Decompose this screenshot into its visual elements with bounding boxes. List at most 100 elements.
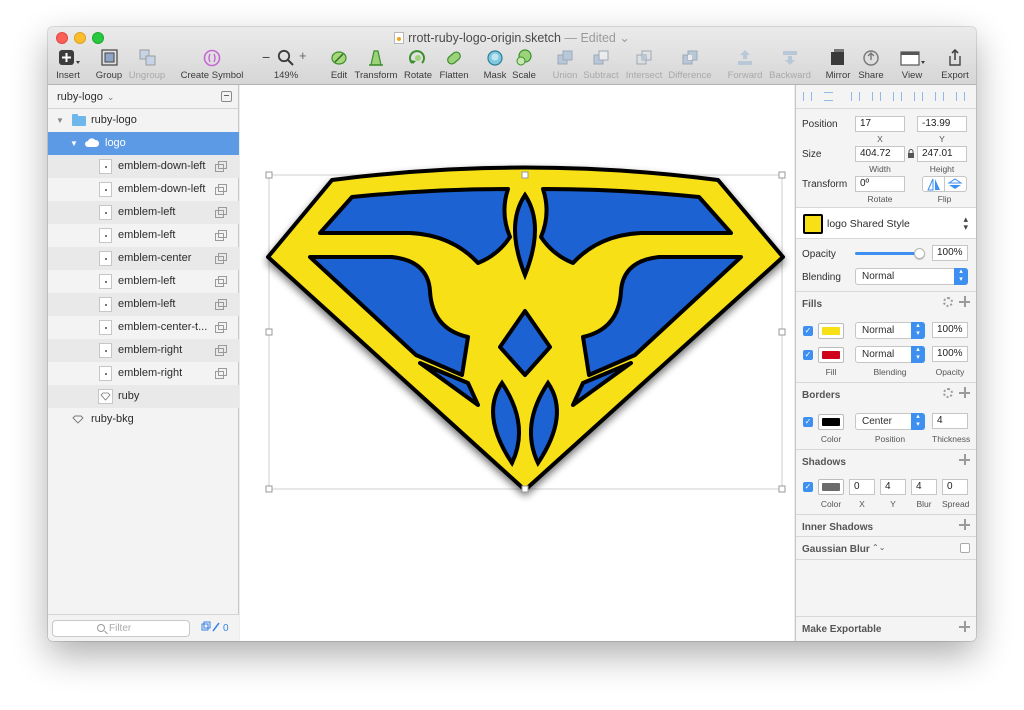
layer-emblem-center-t[interactable]: emblem-center-t... <box>48 316 239 339</box>
forward-button[interactable]: Forward <box>726 48 764 82</box>
y-position-field[interactable]: -13.99 <box>917 116 967 132</box>
edit-button[interactable]: Edit <box>326 48 352 82</box>
align-center-icon[interactable] <box>872 92 881 101</box>
subtract-button[interactable]: Subtract <box>582 48 620 82</box>
gaussian-blur-checkbox[interactable] <box>960 543 970 553</box>
add-border-plus-icon[interactable] <box>959 387 970 398</box>
width-field[interactable]: 404.72 <box>855 146 905 162</box>
layer-emblem-down-left[interactable]: emblem-down-left <box>48 178 239 201</box>
resize-handle-bottom[interactable] <box>521 485 529 493</box>
fill-1-checkbox[interactable]: ✓ <box>803 326 813 336</box>
page-selector[interactable]: ruby-logo ⌄ <box>48 85 238 109</box>
align-right-icon[interactable] <box>893 92 902 101</box>
layer-emblem-left[interactable]: emblem-left <box>48 201 239 224</box>
resize-handle-bottom-left[interactable] <box>265 485 273 493</box>
shared-style-selector[interactable]: logo Shared Style ▴ ▾ <box>796 207 976 239</box>
difference-button[interactable]: Difference <box>668 48 712 82</box>
layer-emblem-center[interactable]: emblem-center <box>48 247 239 270</box>
align-bottom-icon[interactable] <box>956 92 965 101</box>
fill-2-blending-dropdown[interactable]: Normal ▴ ▾ <box>855 346 925 363</box>
resize-handle-top-right[interactable] <box>778 171 786 179</box>
layer-logo[interactable]: ▼ logo <box>48 132 239 155</box>
make-exportable-section[interactable]: Make Exportable <box>796 616 976 641</box>
flip-vertical-button[interactable] <box>945 176 967 192</box>
logo-group[interactable] <box>266 165 785 492</box>
shadow-x-field[interactable]: 0 <box>849 479 875 495</box>
add-inner-shadow-plus-icon[interactable] <box>959 519 970 530</box>
add-shadow-plus-icon[interactable] <box>959 454 970 465</box>
layer-emblem-down-left[interactable]: emblem-down-left <box>48 155 239 178</box>
x-position-field[interactable]: 17 <box>855 116 905 132</box>
zoom-out-button[interactable]: − <box>262 49 270 65</box>
resize-handle-right[interactable] <box>778 328 786 336</box>
border-position-dropdown[interactable]: Center ▴ ▾ <box>855 413 925 430</box>
flatten-button[interactable]: Flatten <box>436 48 472 82</box>
fill-1-opacity-field[interactable]: 100% <box>932 322 968 338</box>
layer-filter-input[interactable]: Filter <box>52 620 190 637</box>
resize-handle-top[interactable] <box>521 171 529 179</box>
layer-emblem-right[interactable]: emblem-right <box>48 362 239 385</box>
shadow-y-field[interactable]: 4 <box>880 479 906 495</box>
fill-2-opacity-field[interactable]: 100% <box>932 346 968 362</box>
opacity-slider-knob[interactable] <box>914 248 925 259</box>
fill-1-color-swatch[interactable] <box>818 323 844 339</box>
distribute-vertical-icon[interactable] <box>824 92 833 101</box>
resize-handle-top-left[interactable] <box>265 171 273 179</box>
borders-settings-gear-icon[interactable] <box>943 388 953 398</box>
shadow-checkbox[interactable]: ✓ <box>803 482 813 492</box>
transform-button[interactable]: Transform <box>354 48 398 82</box>
intersect-button[interactable]: Intersect <box>624 48 664 82</box>
layer-ruby-logo[interactable]: ▼ ruby-logo <box>48 109 239 132</box>
layer-ruby-bkg[interactable]: ruby-bkg <box>48 408 239 431</box>
group-button[interactable]: Group <box>94 48 124 82</box>
union-button[interactable]: Union <box>550 48 580 82</box>
height-field[interactable]: 247.01 <box>917 146 967 162</box>
scale-button[interactable]: Scale <box>510 48 538 82</box>
view-button[interactable]: View <box>896 48 928 82</box>
opacity-slider-track[interactable] <box>855 252 919 255</box>
fills-settings-gear-icon[interactable] <box>943 297 953 307</box>
fill-1-blending-dropdown[interactable]: Normal ▴ ▾ <box>855 322 925 339</box>
edited-layers-filter[interactable]: 0 <box>201 621 229 634</box>
flip-horizontal-button[interactable] <box>922 176 945 192</box>
resize-handle-bottom-right[interactable] <box>778 485 786 493</box>
share-button[interactable]: Share <box>856 48 886 82</box>
make-exportable-plus-icon[interactable] <box>959 621 970 632</box>
edited-status[interactable]: — Edited <box>564 31 615 45</box>
distribute-horizontal-icon[interactable] <box>803 92 812 101</box>
collapse-pages-icon[interactable] <box>221 91 232 102</box>
ungroup-button[interactable]: Ungroup <box>128 48 166 82</box>
resize-handle-left[interactable] <box>265 328 273 336</box>
shadow-color-swatch[interactable] <box>818 479 844 495</box>
border-color-swatch[interactable] <box>818 414 844 430</box>
align-left-icon[interactable] <box>851 92 860 101</box>
mirror-button[interactable]: Mirror <box>824 48 852 82</box>
canvas[interactable] <box>240 85 794 641</box>
layer-ruby[interactable]: ruby <box>48 385 239 408</box>
gaussian-blur-title[interactable]: Gaussian Blur <box>802 544 870 555</box>
border-thickness-field[interactable]: 4 <box>932 413 968 429</box>
layer-emblem-right[interactable]: emblem-right <box>48 339 239 362</box>
disclosure-open-icon[interactable]: ▼ <box>56 109 64 132</box>
rotate-button[interactable]: Rotate <box>402 48 434 82</box>
create-symbol-button[interactable]: Create Symbol <box>180 48 244 82</box>
align-top-icon[interactable] <box>914 92 923 101</box>
add-fill-plus-icon[interactable] <box>959 296 970 307</box>
blending-dropdown[interactable]: Normal ▴ ▾ <box>855 268 968 285</box>
align-middle-icon[interactable] <box>935 92 944 101</box>
fill-2-color-swatch[interactable] <box>818 347 844 363</box>
opacity-field[interactable]: 100% <box>932 245 968 261</box>
lock-proportions-icon[interactable] <box>907 149 915 159</box>
backward-button[interactable]: Backward <box>768 48 812 82</box>
rotate-field[interactable]: 0º <box>855 176 905 192</box>
export-button[interactable]: Export <box>938 48 972 82</box>
border-checkbox[interactable]: ✓ <box>803 417 813 427</box>
layer-emblem-left[interactable]: emblem-left <box>48 270 239 293</box>
layer-emblem-left[interactable]: emblem-left <box>48 224 239 247</box>
shadow-blur-field[interactable]: 4 <box>911 479 937 495</box>
insert-button[interactable]: Insert <box>52 48 84 82</box>
disclosure-open-icon[interactable]: ▼ <box>70 132 78 155</box>
fill-2-checkbox[interactable]: ✓ <box>803 350 813 360</box>
shadow-spread-field[interactable]: 0 <box>942 479 968 495</box>
layer-emblem-left[interactable]: emblem-left <box>48 293 239 316</box>
